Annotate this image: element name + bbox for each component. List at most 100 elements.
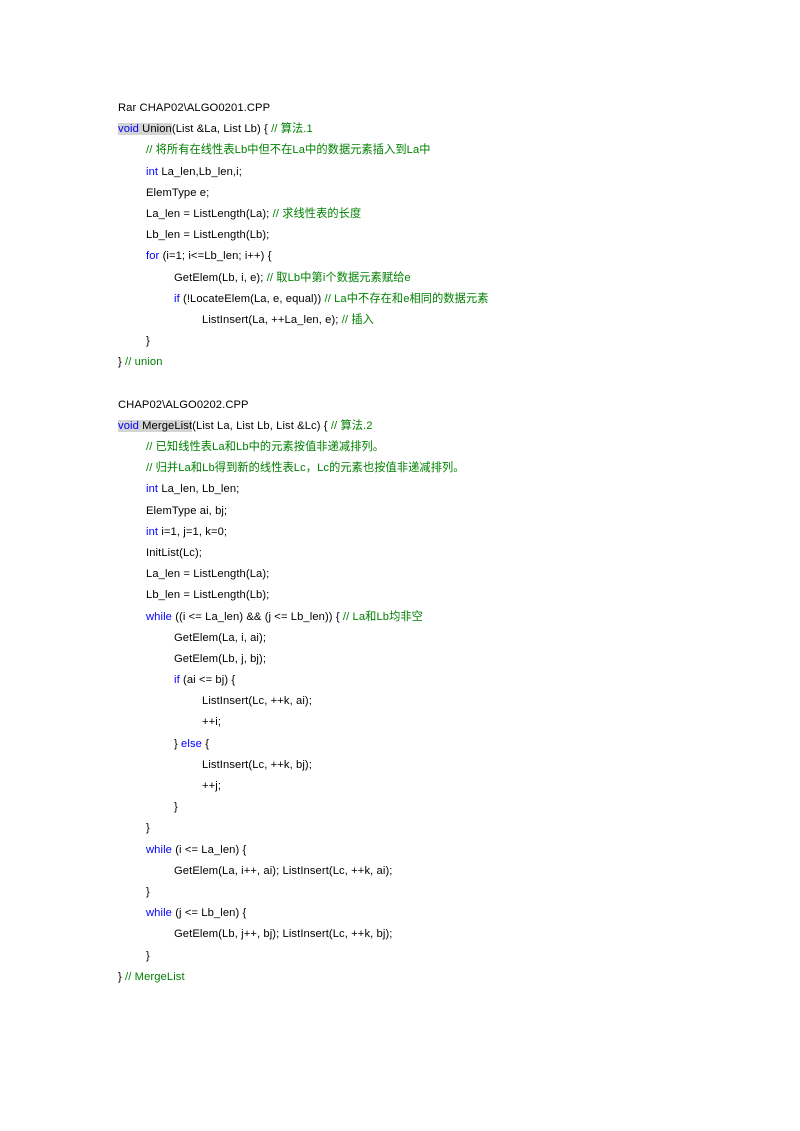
code-token-keyword: while [146,907,172,920]
code-line: int La_len, Lb_len; [118,479,738,500]
file-header: Rar CHAP02\ALGO0201.CPP [118,102,271,114]
code-line: } [118,882,738,903]
code-token-plain: } [146,335,150,348]
code-token-plain: ElemType ai, bj; [146,504,228,517]
code-token-keyword: while [146,610,172,623]
code-token-plain: InitList(Lc); [146,546,203,559]
code-token-comment: // 已知线性表La和Lb中的元素按值非递减排列。 [146,441,385,453]
code-token-highlight-function: MergeList [142,419,193,432]
code-token-plain: ListInsert(Lc, ++k, ai); [202,695,312,708]
code-token-plain: GetElem(La, i, ai); [174,631,267,644]
code-token-plain: ++j; [202,780,222,792]
code-token-comment: // 插入 [341,313,374,326]
code-token-keyword: int [146,483,159,496]
code-line: // 已知线性表La和Lb中的元素按值非递减排列。 [118,437,738,458]
code-line: } [118,818,738,839]
code-line: ElemType ai, bj; [118,501,738,522]
code-line: void MergeList(List La, List Lb, List &L… [118,416,738,437]
code-line: int La_len,Lb_len,i; [118,162,738,183]
code-line: while (i <= La_len) { [118,840,738,861]
code-token-plain: { [201,737,210,750]
code-line: for (i=1; i<=Lb_len; i++) { [118,246,738,267]
code-line: } [118,946,738,967]
code-token-plain: La_len,Lb_len,i; [158,165,242,178]
code-line: ListInsert(Lc, ++k, bj); [118,755,738,776]
code-line: void Union(List &La, List Lb) { // 算法.1 [118,119,738,140]
code-token-plain: La_len = ListLength(La); [146,568,270,581]
code-token-plain: } [146,822,150,835]
code-line: ElemType e; [118,183,738,204]
code-token-plain: } [146,949,150,962]
code-token-plain: } [118,970,126,983]
code-token-comment: // 将所有在线性表Lb中但不在La中的数据元素插入到La中 [146,144,431,157]
code-line: ListInsert(La, ++La_len, e); // 插入 [118,310,738,331]
code-token-highlight-keyword: void [118,419,143,432]
code-line: } [118,331,738,352]
code-line: La_len = ListLength(La); [118,564,738,585]
code-token-comment: // MergeList [125,970,185,983]
code-line: Lb_len = ListLength(Lb); [118,225,738,246]
code-line: ++i; [118,712,738,733]
code-token-plain: } [174,737,182,750]
code-token-comment: // 算法.2 [330,419,373,432]
code-token-plain: GetElem(Lb, j++, bj); ListInsert(Lc, ++k… [174,928,393,941]
file-header: CHAP02\ALGO0202.CPP [118,398,249,411]
code-line: GetElem(Lb, i, e); // 取Lb中第i个数据元素赋给e [118,268,738,289]
code-token-keyword: for [146,250,160,263]
code-token-plain: GetElem(La, i++, ai); ListInsert(Lc, ++k… [174,864,393,877]
code-token-plain: (ai <= bj) { [179,674,236,687]
code-token-comment: // La中不存在和e相同的数据元素 [324,292,489,305]
code-token-plain: (!LocateElem(La, e, equal)) [179,292,325,305]
code-token-plain: (j <= Lb_len) { [172,907,247,920]
code-token-plain: } [174,801,178,814]
code-listing: Rar CHAP02\ALGO0201.CPP void Union(List &… [118,98,738,988]
code-token-comment: // 算法.1 [271,123,313,136]
code-line: GetElem(La, i, ai); [118,628,738,649]
code-line: while (j <= Lb_len) { [118,903,738,924]
code-line: GetElem(Lb, j++, bj); ListInsert(Lc, ++k… [118,924,738,945]
code-token-plain: (List &La, List Lb) { [171,123,272,136]
code-line: ++j; [118,776,738,797]
code-token-comment: // 取Lb中第i个数据元素赋给e [266,271,411,284]
code-token-plain: La_len = ListLength(La); [146,207,273,220]
code-token-comment: // 求线性表的长度 [272,207,362,220]
code-token-keyword: int [146,165,159,178]
code-line: GetElem(Lb, j, bj); [118,649,738,670]
code-token-plain: } [118,356,126,369]
code-token-highlight-function: Union [142,123,172,136]
code-token-plain: Lb_len = ListLength(Lb); [146,229,270,242]
code-token-plain: Lb_len = ListLength(Lb); [146,589,270,602]
code-token-plain: ++i; [202,716,222,729]
code-line: // 归并La和Lb得到新的线性表Lc，Lc的元素也按值非递减排列。 [118,458,738,479]
code-token-highlight-keyword: void [118,123,143,136]
code-line: if (!LocateElem(La, e, equal)) // La中不存在… [118,289,738,310]
code-token-keyword: int [146,525,159,538]
document-page: Rar CHAP02\ALGO0201.CPP void Union(List &… [0,0,800,1131]
code-token-plain: GetElem(Lb, i, e); [174,271,267,284]
code-token-plain: i=1, j=1, k=0; [158,525,228,538]
code-line: while ((i <= La_len) && (j <= Lb_len)) {… [118,607,738,628]
code-token-plain: (i=1; i<=Lb_len; i++) { [159,250,272,263]
code-token-comment: // La和Lb均非空 [342,610,423,623]
code-line: Lb_len = ListLength(Lb); [118,585,738,606]
code-token-plain: ElemType e; [146,186,210,199]
code-token-comment: // 归并La和Lb得到新的线性表Lc，Lc的元素也按值非递减排列。 [146,462,465,475]
code-token-plain: } [146,885,150,898]
code-line: } [118,797,738,818]
code-token-plain: ((i <= La_len) && (j <= Lb_len)) { [172,610,343,623]
code-token-keyword: while [146,843,172,856]
code-line: La_len = ListLength(La); // 求线性表的长度 [118,204,738,225]
code-line: GetElem(La, i++, ai); ListInsert(Lc, ++k… [118,861,738,882]
code-token-comment: // union [125,356,163,369]
code-line: } // union [118,352,738,373]
code-line: } // MergeList [118,967,738,988]
code-line: } else { [118,734,738,755]
code-line: InitList(Lc); [118,543,738,564]
code-token-plain: La_len, Lb_len; [158,483,240,496]
code-line: ListInsert(Lc, ++k, ai); [118,691,738,712]
code-token-keyword: else [181,737,202,750]
code-line: int i=1, j=1, k=0; [118,522,738,543]
code-line: // 将所有在线性表Lb中但不在La中的数据元素插入到La中 [118,140,738,161]
code-token-plain: GetElem(Lb, j, bj); [174,652,267,665]
